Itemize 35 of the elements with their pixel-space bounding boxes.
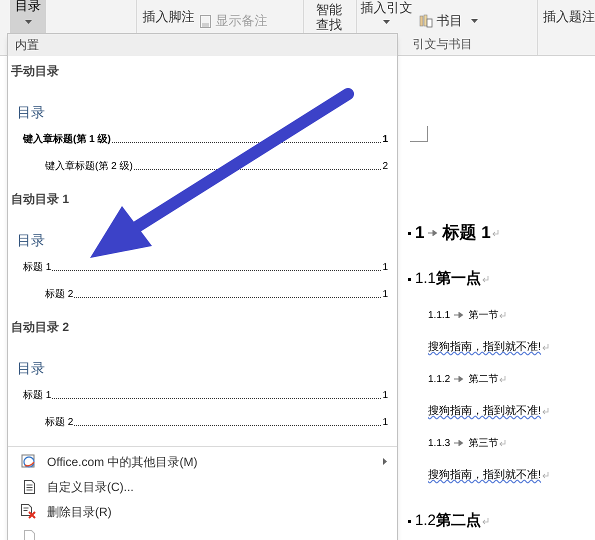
heading-three: 1.1.3 第三节 — [428, 427, 595, 459]
heading-three: 1.1.2 第二节 — [428, 363, 595, 395]
heading-two: 1.2第二点 — [408, 501, 595, 540]
option-title: 手动目录 — [10, 63, 60, 80]
toc-entry: 标题 2 1 — [44, 288, 389, 302]
ribbon-button[interactable]: 插入脚注 — [142, 0, 194, 33]
heading-two: 1.1第一点 — [408, 259, 595, 299]
ribbon-button[interactable]: 插入题注 — [543, 0, 595, 33]
ribbon-button[interactable]: 智能查找 — [316, 0, 344, 33]
heading-three: 1.1.1 第一节 — [428, 299, 595, 331]
toc-entry: 标题 2 1 — [44, 416, 389, 430]
option-title: 自动目录 2 — [10, 319, 70, 336]
body-text: 搜狗指南，指到就不准! — [428, 331, 595, 363]
gallery-header: 内置 — [8, 34, 397, 56]
heading-one: 1 标题 1 — [408, 217, 595, 249]
toc-button[interactable]: 目录 — [10, 0, 46, 33]
option-title: 自动目录 1 — [10, 191, 70, 208]
toc-entry: 标题 1 1 — [22, 260, 389, 275]
body-text: 搜狗指南，指到就不准! — [428, 395, 595, 427]
toc-style-option[interactable]: 手动目录 目录 键入章标题(第 1 级) 1 键入章标题(第 2 级) 2 — [8, 56, 397, 184]
toc-entry: 键入章标题(第 1 级) 1 — [22, 132, 389, 147]
toc-heading: 目录 — [16, 359, 46, 378]
group-label: 引文与书目 — [412, 36, 474, 53]
toc-style-option[interactable]: 自动目录 2 目录 标题 1 1 标题 2 1 — [8, 312, 397, 440]
toc-heading: 目录 — [16, 103, 46, 122]
body-text: 搜狗指南，指到就不准! — [428, 459, 595, 491]
insert-citation-button[interactable]: 插入引文 — [360, 0, 413, 33]
menu-item[interactable]: 删除目录(R) — [8, 499, 397, 524]
bibliography-button[interactable]: 书目 — [418, 12, 478, 30]
toc-heading: 目录 — [16, 231, 46, 250]
menu-item[interactable]: Office.com 中的其他目录(M) — [8, 449, 397, 474]
toc-style-option[interactable]: 自动目录 1 目录 标题 1 1 标题 2 1 — [8, 184, 397, 312]
toc-entry: 标题 1 1 — [22, 388, 389, 403]
toc-entry: 键入章标题(第 2 级) 2 — [44, 160, 389, 174]
menu-item[interactable]: 自定义目录(C)... — [8, 474, 397, 499]
